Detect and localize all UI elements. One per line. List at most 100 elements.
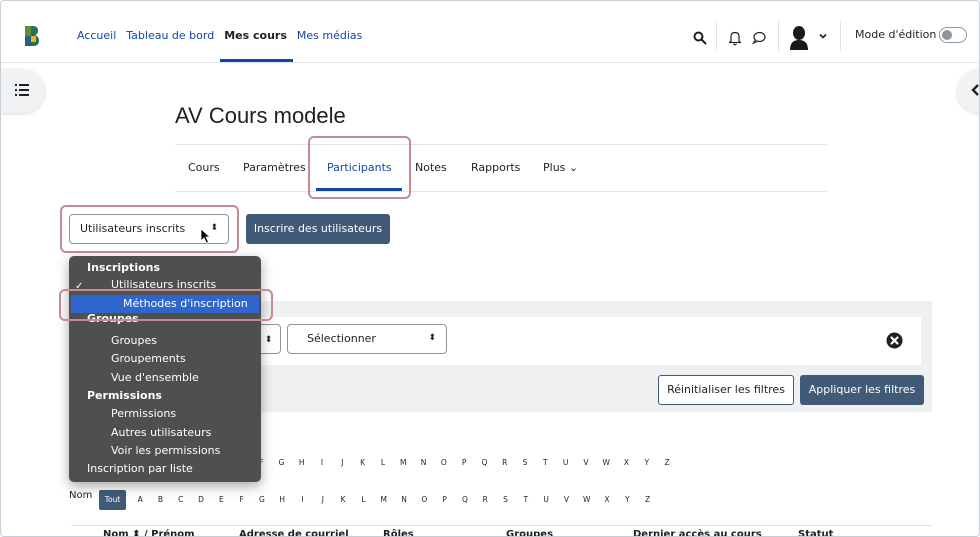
menu-item-groupes[interactable]: Groupes <box>111 334 157 347</box>
menu-item-utilisateurs-inscrits[interactable]: Utilisateurs inscrits <box>111 278 216 288</box>
filter-value-select[interactable]: Sélectionner ⬍ <box>287 324 447 354</box>
firstname-initial-o[interactable]: O <box>434 453 454 473</box>
menu-item-inscription-par-liste[interactable]: Inscription par liste <box>87 462 193 475</box>
firstname-initial-v[interactable]: V <box>576 453 596 473</box>
lastname-initial-n[interactable]: N <box>394 490 414 510</box>
chevron-left-icon <box>971 84 979 96</box>
avatar[interactable] <box>788 24 810 50</box>
menu-item-permissions[interactable]: Permissions <box>111 407 176 420</box>
check-icon: ✓ <box>75 281 84 292</box>
block-drawer-button[interactable] <box>957 69 979 113</box>
lastname-initial-q[interactable]: Q <box>455 490 475 510</box>
edit-mode-label: Mode d'édition <box>855 28 937 41</box>
lastname-initial-c[interactable]: C <box>171 490 191 510</box>
firstname-initial-l[interactable]: L <box>373 453 393 473</box>
column-header-name[interactable]: Nom ⬍ / Prénom <box>103 529 195 536</box>
menu-group-groupes: Groupes <box>87 314 139 325</box>
lastname-initial-y[interactable]: Y <box>617 490 637 510</box>
menu-item-methodes-inscription[interactable]: Méthodes d'inscription <box>71 295 259 313</box>
firstname-initial-p[interactable]: P <box>454 453 474 473</box>
secondary-navigation: Cours Paramètres Participants Notes Rapp… <box>175 144 827 192</box>
participants-page-dropdown: Inscriptions ✓ Utilisateurs inscrits Mét… <box>69 256 261 482</box>
lastname-initial-g[interactable]: G <box>252 490 272 510</box>
lastname-initial-i[interactable]: I <box>292 490 312 510</box>
firstname-initial-h[interactable]: H <box>292 453 312 473</box>
apply-filters-button[interactable]: Appliquer les filtres <box>800 375 924 405</box>
lastname-initial-v[interactable]: V <box>556 490 576 510</box>
search-icon[interactable] <box>693 31 707 45</box>
reset-filters-button[interactable]: Réinitialiser les filtres <box>658 375 794 405</box>
firstname-initial-r[interactable]: R <box>495 453 515 473</box>
tab-participants[interactable]: Participants <box>327 161 392 174</box>
lastname-initial-o[interactable]: O <box>414 490 434 510</box>
app-window: Accueil Tableau de bord Mes cours Mes mé… <box>0 0 980 537</box>
lastname-initial-z[interactable]: Z <box>637 490 657 510</box>
firstname-initial-m[interactable]: M <box>393 453 413 473</box>
divider <box>716 21 717 51</box>
menu-item-voir-permissions[interactable]: Voir les permissions <box>111 444 220 457</box>
lastname-initial-b[interactable]: B <box>150 490 170 510</box>
menu-group-inscriptions: Inscriptions <box>87 261 161 274</box>
lastname-initial-t[interactable]: T <box>516 490 536 510</box>
lastname-initial-r[interactable]: R <box>475 490 495 510</box>
chevron-down-icon[interactable] <box>819 32 827 40</box>
column-header-email[interactable]: Adresse de courriel <box>239 529 349 536</box>
firstname-initial-k[interactable]: K <box>352 453 372 473</box>
lastname-initial-e[interactable]: E <box>211 490 231 510</box>
lastname-initial-l[interactable]: L <box>353 490 373 510</box>
list-icon <box>15 84 29 96</box>
lastname-initial-p[interactable]: P <box>434 490 454 510</box>
mouse-cursor-icon <box>200 228 212 244</box>
nav-link-tableau-de-bord[interactable]: Tableau de bord <box>126 29 214 42</box>
tab-cours[interactable]: Cours <box>188 161 220 174</box>
tab-plus[interactable]: Plus ⌄ <box>543 161 578 174</box>
select-value: Utilisateurs inscrits <box>80 222 186 235</box>
firstname-initial-j[interactable]: J <box>332 453 352 473</box>
enrol-users-button[interactable]: Inscrire des utilisateurs <box>246 214 390 244</box>
edit-mode-toggle[interactable] <box>939 27 967 43</box>
firstname-initial-q[interactable]: Q <box>474 453 494 473</box>
tab-rapports[interactable]: Rapports <box>471 161 520 174</box>
divider <box>778 21 779 51</box>
firstname-initial-n[interactable]: N <box>413 453 433 473</box>
chat-icon[interactable] <box>752 30 766 45</box>
firstname-initial-y[interactable]: Y <box>637 453 657 473</box>
menu-item-groupements[interactable]: Groupements <box>111 352 186 365</box>
lastname-initial-f[interactable]: F <box>231 490 251 510</box>
site-logo[interactable] <box>23 25 39 47</box>
firstname-initial-z[interactable]: Z <box>657 453 677 473</box>
menu-item-autres-utilisateurs[interactable]: Autres utilisateurs <box>111 426 211 439</box>
column-header-last-access[interactable]: Dernier accès au cours <box>633 529 762 536</box>
firstname-initial-w[interactable]: W <box>596 453 616 473</box>
lastname-initial-k[interactable]: K <box>333 490 353 510</box>
firstname-initial-t[interactable]: T <box>535 453 555 473</box>
lastname-initial-a[interactable]: A <box>130 490 150 510</box>
lastname-initial-m[interactable]: M <box>374 490 394 510</box>
lastname-initial-w[interactable]: W <box>577 490 597 510</box>
lastname-initial-s[interactable]: S <box>495 490 515 510</box>
column-header-groups: Groupes <box>506 529 554 537</box>
initial-all-button[interactable]: Tout <box>99 490 126 510</box>
lastname-initial-d[interactable]: D <box>191 490 211 510</box>
lastname-initial-u[interactable]: U <box>536 490 556 510</box>
firstname-initial-i[interactable]: I <box>312 453 332 473</box>
tab-notes[interactable]: Notes <box>415 161 447 174</box>
nav-link-mes-medias[interactable]: Mes médias <box>297 29 362 42</box>
menu-group-permissions: Permissions <box>87 389 162 402</box>
lastname-initial-j[interactable]: J <box>313 490 333 510</box>
remove-filter-icon[interactable] <box>886 332 903 349</box>
nav-link-accueil[interactable]: Accueil <box>77 29 116 42</box>
tab-parametres[interactable]: Paramètres <box>243 161 306 174</box>
firstname-initial-u[interactable]: U <box>555 453 575 473</box>
column-header-roles: Rôles <box>383 529 414 537</box>
firstname-initial-x[interactable]: X <box>616 453 636 473</box>
course-index-drawer-button[interactable] <box>1 69 45 113</box>
nav-link-mes-cours[interactable]: Mes cours <box>220 29 293 62</box>
lastname-initial-x[interactable]: X <box>597 490 617 510</box>
bell-icon[interactable] <box>728 30 742 46</box>
lastname-initial-h[interactable]: H <box>272 490 292 510</box>
firstname-initial-g[interactable]: G <box>271 453 291 473</box>
firstname-initial-s[interactable]: S <box>515 453 535 473</box>
top-navbar: Accueil Tableau de bord Mes cours Mes mé… <box>1 1 979 63</box>
menu-item-vue-ensemble[interactable]: Vue d'ensemble <box>111 371 199 384</box>
